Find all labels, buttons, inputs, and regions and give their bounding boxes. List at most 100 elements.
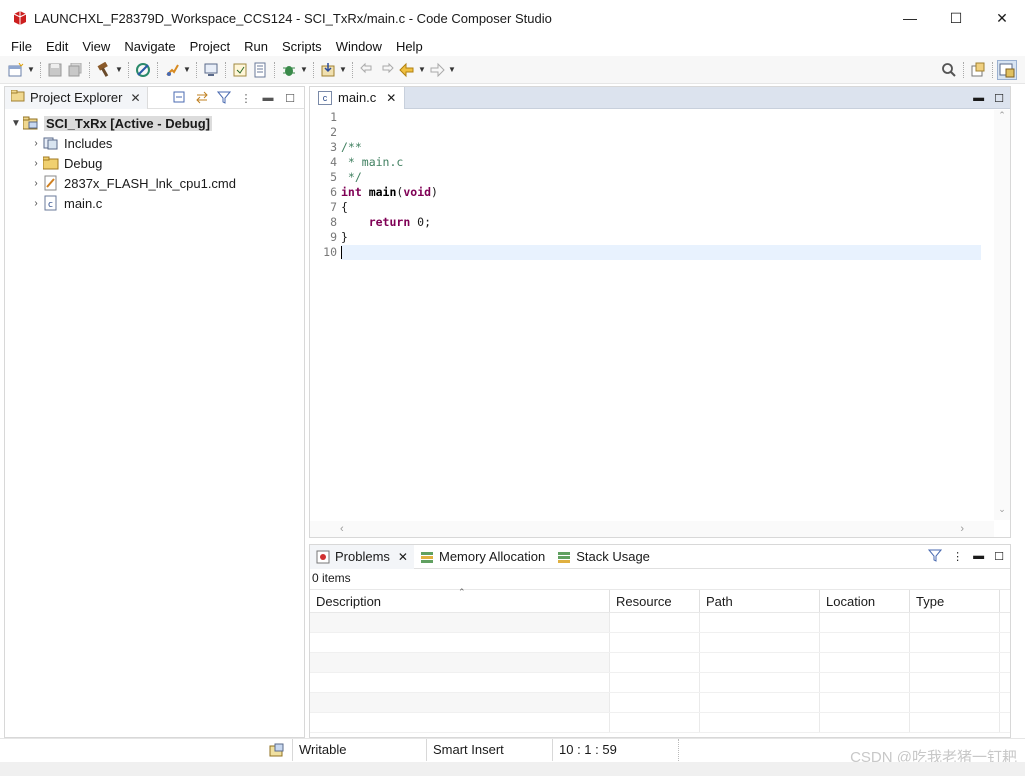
sort-ascending-icon: ⌃ (458, 587, 466, 597)
new-icon[interactable] (6, 60, 26, 80)
minimize-button[interactable]: — (887, 0, 933, 36)
line-number: 9 (330, 230, 337, 244)
menu-navigate[interactable]: Navigate (117, 39, 182, 54)
debug-bug-icon[interactable] (279, 60, 299, 80)
scroll-right-icon[interactable]: › (960, 523, 964, 535)
project-explorer-tab-label: Project Explorer (30, 90, 123, 105)
tree-item-main-c[interactable]: › c main.c (5, 193, 304, 213)
tree-item-includes[interactable]: › Includes (5, 133, 304, 153)
tab-main-c[interactable]: c main.c ✕ (310, 86, 406, 109)
close-icon[interactable]: ✕ (386, 91, 396, 105)
debug-dropdown-icon[interactable]: ▼ (299, 65, 309, 74)
editor-horizontal-scrollbar[interactable]: ‹ › (310, 521, 994, 537)
tab-memory-allocation[interactable]: Memory Allocation (414, 545, 551, 569)
status-insert-mode[interactable]: Smart Insert (426, 738, 552, 761)
maximize-button[interactable]: ☐ (933, 0, 979, 36)
forward-arrow-icon[interactable] (427, 60, 447, 80)
back-dropdown-icon[interactable]: ▼ (417, 65, 427, 74)
code-editor[interactable]: 1 2 3 4 5 6 7 8 9 10 /** * main.c */ int… (310, 110, 1010, 520)
next-annotation-icon[interactable] (377, 60, 397, 80)
view-menu-icon[interactable]: ⋮ (952, 550, 963, 563)
column-header-type[interactable]: Type (910, 590, 1000, 612)
chevron-right-icon[interactable]: › (29, 178, 43, 189)
menu-run[interactable]: Run (237, 39, 275, 54)
tree-item-label: main.c (64, 195, 103, 211)
menu-edit[interactable]: Edit (39, 39, 75, 54)
menu-scripts[interactable]: Scripts (275, 39, 329, 54)
problems-panel: Problems ✕ Memory Allocation Stack Usage… (309, 544, 1011, 738)
link-with-editor-icon[interactable] (194, 90, 210, 107)
tab-stack-usage[interactable]: Stack Usage (551, 545, 656, 569)
target-config-icon[interactable] (201, 60, 221, 80)
line-number: 7 (330, 200, 337, 214)
close-icon[interactable]: ✕ (130, 91, 140, 105)
project-explorer-icon (10, 89, 25, 105)
scroll-down-icon[interactable]: ⌄ (994, 504, 1010, 518)
tree-item-debug-folder[interactable]: › Debug (5, 153, 304, 173)
ccs-edit-perspective-icon[interactable] (997, 59, 1017, 80)
menu-view[interactable]: View (75, 39, 117, 54)
prev-annotation-icon[interactable] (357, 60, 377, 80)
menu-window[interactable]: Window (329, 39, 389, 54)
chevron-right-icon[interactable]: › (29, 158, 43, 169)
close-window-button[interactable]: ✕ (979, 0, 1025, 36)
chevron-right-icon[interactable]: › (29, 198, 43, 209)
editor-vertical-scrollbar[interactable]: ⌃ ⌄ (994, 110, 1010, 520)
maximize-view-icon[interactable]: ☐ (994, 550, 1004, 563)
table-row (310, 613, 1010, 633)
code-line: { (341, 200, 348, 214)
tab-problems[interactable]: Problems ✕ (310, 544, 414, 569)
tab-project-explorer[interactable]: Project Explorer ✕ (5, 86, 148, 109)
open-perspective-icon[interactable] (230, 60, 250, 80)
code-area[interactable]: /** * main.c */ int main(void) { return … (341, 110, 981, 260)
menu-file[interactable]: File (4, 39, 39, 54)
toolbar-separator (274, 61, 275, 78)
chevron-right-icon[interactable]: › (29, 138, 43, 149)
menu-help[interactable]: Help (389, 39, 430, 54)
forward-dropdown-icon[interactable]: ▼ (447, 65, 457, 74)
open-perspective-button-icon[interactable] (968, 60, 988, 80)
chevron-down-icon[interactable]: ▼ (9, 118, 23, 129)
collapse-all-icon[interactable] (172, 90, 188, 107)
search-icon[interactable] (939, 60, 959, 80)
c-file-icon: c (43, 195, 59, 211)
code-line-function: int main(void) (341, 185, 438, 199)
status-trim-icon[interactable] (262, 740, 292, 760)
maximize-view-icon[interactable]: ☐ (282, 92, 298, 105)
view-menu-icon[interactable]: ⋮ (238, 92, 254, 105)
save-icon[interactable] (45, 60, 65, 80)
new-dropdown-icon[interactable]: ▼ (26, 65, 36, 74)
flash-icon[interactable] (162, 60, 182, 80)
tree-item-project[interactable]: ▼ SCI_TxRx [Active - Debug] (5, 113, 304, 133)
code-line-comment: /** (341, 140, 362, 154)
no-debug-icon[interactable] (133, 60, 153, 80)
filter-icon[interactable] (216, 90, 232, 107)
tree-item-label: Includes (64, 135, 113, 151)
toolbar-separator (89, 61, 90, 78)
back-arrow-icon[interactable] (397, 60, 417, 80)
minimize-view-icon[interactable]: ▬ (260, 92, 276, 104)
load-dropdown-icon[interactable]: ▼ (338, 65, 348, 74)
column-header-path[interactable]: Path (700, 590, 820, 612)
status-separator (678, 738, 685, 761)
close-icon[interactable]: ✕ (398, 550, 408, 564)
memory-browser-icon[interactable] (250, 60, 270, 80)
build-hammer-icon[interactable] (94, 60, 114, 80)
load-program-icon[interactable] (318, 60, 338, 80)
status-cursor-position[interactable]: 10 : 1 : 59 (552, 738, 678, 761)
scroll-left-icon[interactable]: ‹ (340, 523, 344, 535)
minimize-view-icon[interactable]: ▬ (973, 550, 984, 562)
column-header-location[interactable]: Location (820, 590, 910, 612)
line-number: 3 (330, 140, 337, 154)
build-dropdown-icon[interactable]: ▼ (114, 65, 124, 74)
menu-project[interactable]: Project (183, 39, 237, 54)
code-line-current[interactable] (341, 245, 981, 260)
minimize-view-icon[interactable]: ▬ (973, 92, 984, 104)
maximize-view-icon[interactable]: ☐ (994, 92, 1004, 105)
filter-icon[interactable] (928, 548, 943, 565)
column-header-resource[interactable]: Resource (610, 590, 700, 612)
flash-dropdown-icon[interactable]: ▼ (182, 65, 192, 74)
save-all-icon[interactable] (65, 60, 85, 80)
tree-item-linker-cmd[interactable]: › 2837x_FLASH_lnk_cpu1.cmd (5, 173, 304, 193)
scroll-up-icon[interactable]: ⌃ (994, 110, 1010, 124)
